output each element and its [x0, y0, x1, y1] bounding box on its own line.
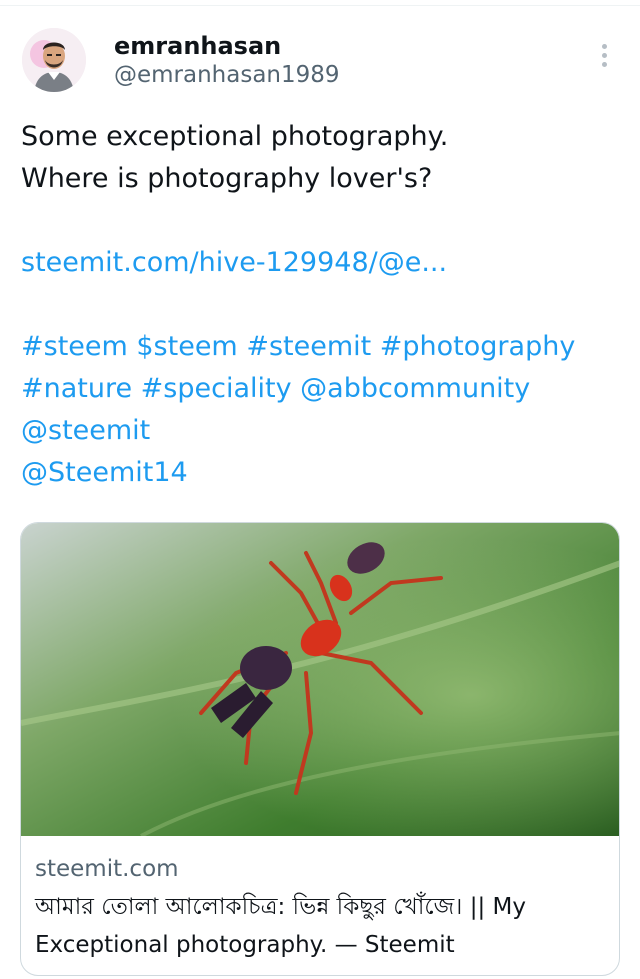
card-title: Exceptional photography. — Steemit [35, 932, 455, 958]
mention-link[interactable]: @Steemit14 [21, 452, 621, 494]
tweet-text-line: Some exceptional photography. [21, 121, 449, 152]
hashtags-line[interactable]: #steem $steem #steemit #photography [21, 326, 621, 368]
user-handle[interactable]: @emranhasan1989 [114, 60, 340, 90]
card-domain: steemit.com [35, 856, 179, 882]
avatar[interactable] [22, 28, 86, 92]
spider-photo-icon [21, 523, 619, 838]
avatar-image [22, 28, 86, 92]
link-preview-card[interactable]: steemit.com আমার তোলা আলোকচিত্র: ভিন্ন ক… [20, 522, 620, 976]
card-title: আমার তোলা আলোকচিত্র: ভিন্ন কিছুর খোঁজে। … [35, 894, 526, 920]
tweet-link[interactable]: steemit.com/hive-129948/@e... [21, 242, 621, 284]
mention-link[interactable]: @steemit [21, 410, 621, 452]
hashtags-line[interactable]: #nature #speciality @abbcommunity [21, 368, 621, 410]
tweet-header: emranhasan @emranhasan1989 [0, 22, 640, 102]
card-image[interactable] [21, 523, 619, 838]
author-names: emranhasan @emranhasan1989 [114, 32, 340, 90]
top-divider [0, 0, 640, 6]
tweet-text: Some exceptional photography. Where is p… [21, 116, 621, 494]
tweet-text-line: Where is photography lover's? [21, 163, 433, 194]
card-meta: steemit.com আমার তোলা আলোকচিত্র: ভিন্ন ক… [21, 836, 619, 964]
more-vertical-icon[interactable] [592, 42, 616, 70]
display-name[interactable]: emranhasan [114, 32, 340, 60]
